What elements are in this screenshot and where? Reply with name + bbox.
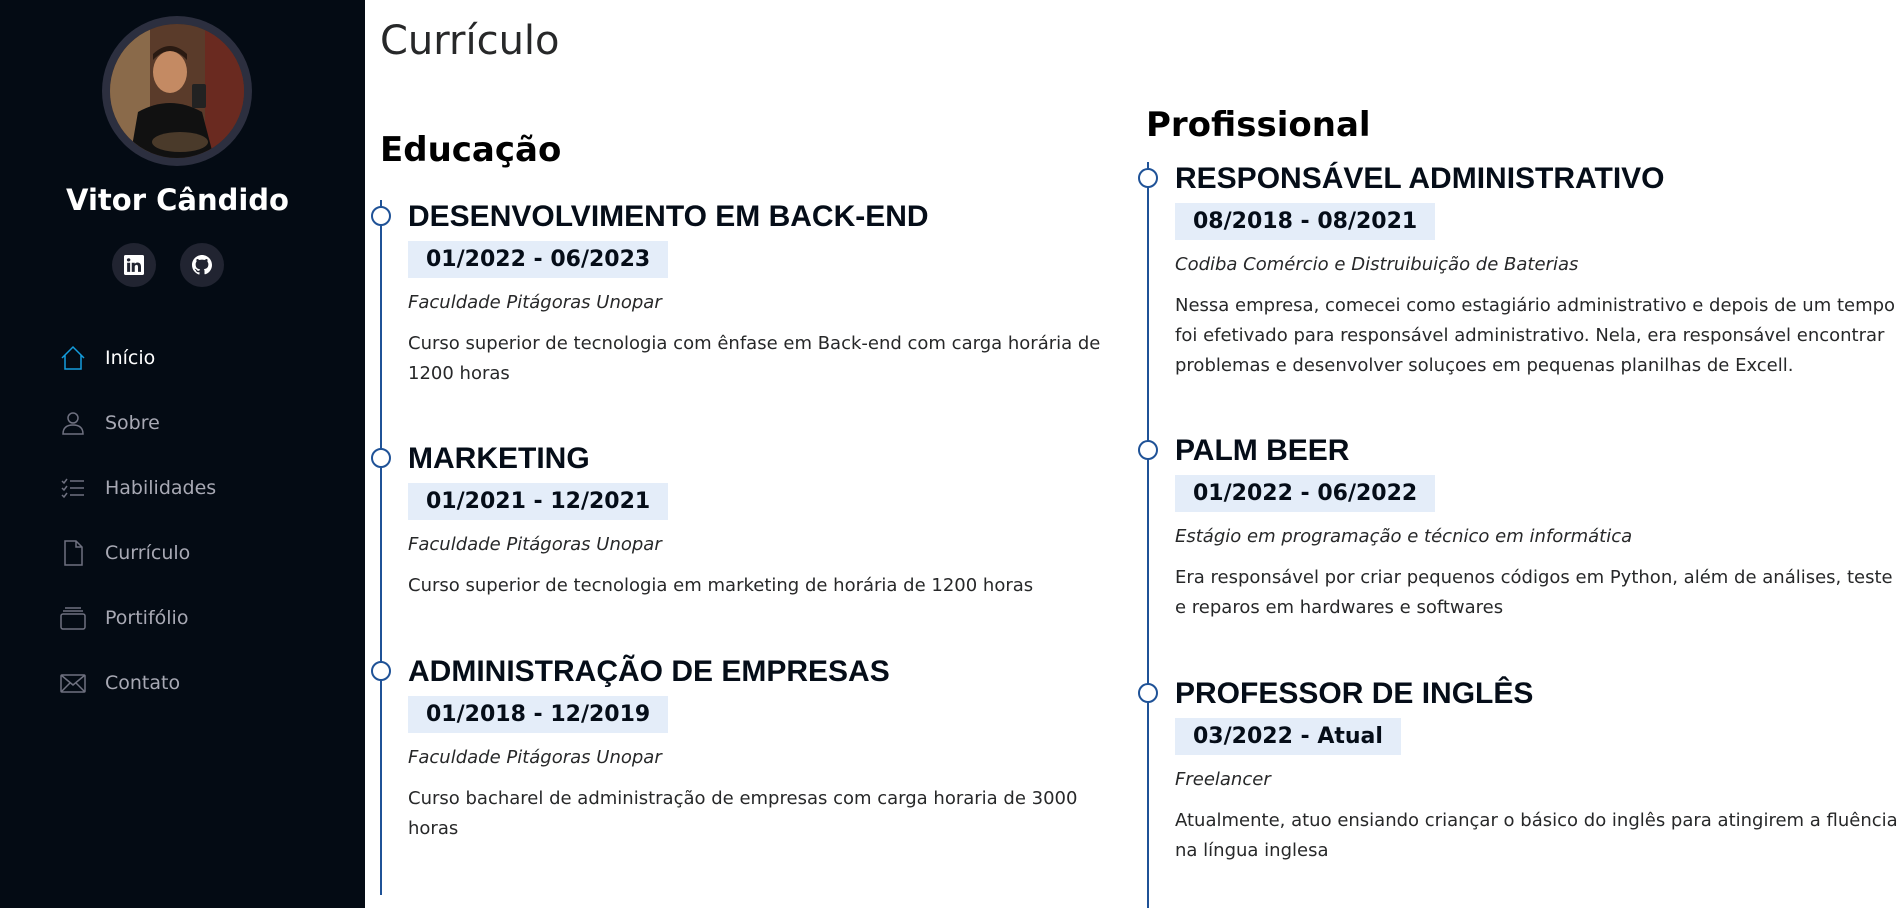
- item-org: Freelancer: [1175, 769, 1271, 790]
- item-title: PALM BEER: [1175, 434, 1350, 467]
- linkedin-icon: [124, 255, 144, 275]
- envelope-icon: [58, 668, 88, 698]
- nav-label-inicio: Início: [105, 346, 156, 369]
- nav-item-sobre[interactable]: Sobre: [58, 390, 216, 455]
- github-icon: [192, 255, 212, 275]
- item-org: Codiba Comércio e Distruibuição de Bater…: [1175, 254, 1579, 275]
- professional-timeline: RESPONSÁVEL ADMINISTRATIVO 08/2018 - 08/…: [1138, 162, 1897, 908]
- linkedin-button[interactable]: [112, 243, 156, 287]
- education-timeline: DESENVOLVIMENTO EM BACK-END 01/2022 - 06…: [371, 200, 1130, 895]
- nav-label-curriculo: Currículo: [105, 541, 191, 564]
- item-org: Estágio em programação e técnico em info…: [1175, 526, 1633, 547]
- item-org: Faculdade Pitágoras Unopar: [408, 534, 662, 555]
- nav-item-portifolio[interactable]: Portifólio: [58, 585, 216, 650]
- item-desc: Curso bacharel de administração de empre…: [408, 788, 1078, 839]
- nav-label-habilidades: Habilidades: [105, 476, 217, 499]
- professional-heading: Profissional: [1146, 105, 1371, 145]
- sidebar: Vitor Cândido Início Sobre Habilidades C…: [0, 0, 365, 908]
- page-title: Currículo: [380, 18, 560, 64]
- item-title: ADMINISTRAÇÃO DE EMPRESAS: [408, 655, 890, 688]
- profile-photo: [110, 24, 244, 158]
- nav-label-sobre: Sobre: [105, 411, 160, 434]
- timeline-item: MARKETING 01/2021 - 12/2021 Faculdade Pi…: [371, 442, 1130, 601]
- person-icon: [58, 408, 88, 438]
- timeline-item: DESENVOLVIMENTO EM BACK-END 01/2022 - 06…: [371, 200, 1130, 389]
- avatar: [110, 24, 244, 158]
- item-title: PROFESSOR DE INGLÊS: [1175, 677, 1534, 710]
- timeline-item: ADMINISTRAÇÃO DE EMPRESAS 01/2018 - 12/2…: [371, 655, 1130, 844]
- timeline-item: RESPONSÁVEL ADMINISTRATIVO 08/2018 - 08/…: [1138, 162, 1897, 381]
- item-desc: Era responsável por criar pequenos códig…: [1175, 567, 1893, 618]
- item-date: 01/2022 - 06/2022: [1175, 475, 1436, 512]
- item-title: DESENVOLVIMENTO EM BACK-END: [408, 200, 929, 233]
- avatar-frame: [102, 16, 252, 166]
- item-date: 08/2018 - 08/2021: [1175, 203, 1436, 240]
- timeline-item: PALM BEER 01/2022 - 06/2022 Estágio em p…: [1138, 434, 1897, 623]
- sidebar-nav: Início Sobre Habilidades Currículo Porti…: [58, 325, 216, 715]
- profile-name: Vitor Cândido: [66, 183, 289, 217]
- file-icon: [58, 538, 88, 568]
- item-org: Faculdade Pitágoras Unopar: [408, 747, 662, 768]
- nav-item-habilidades[interactable]: Habilidades: [58, 455, 216, 520]
- nav-item-inicio[interactable]: Início: [58, 325, 216, 390]
- home-icon: [58, 343, 88, 373]
- github-button[interactable]: [180, 243, 224, 287]
- item-desc: Atualmente, atuo ensiando criançar o bás…: [1175, 810, 1897, 861]
- timeline-item: PROFESSOR DE INGLÊS 03/2022 - Atual Free…: [1138, 677, 1897, 866]
- item-desc: Curso superior de tecnologia com ênfase …: [408, 333, 1101, 384]
- list-icon: [58, 473, 88, 503]
- item-date: 03/2022 - Atual: [1175, 718, 1401, 755]
- item-title: RESPONSÁVEL ADMINISTRATIVO: [1175, 162, 1665, 195]
- item-org: Faculdade Pitágoras Unopar: [408, 292, 662, 313]
- education-heading: Educação: [380, 130, 562, 170]
- nav-label-contato: Contato: [105, 671, 181, 694]
- item-desc: Curso superior de tecnologia em marketin…: [408, 575, 1034, 596]
- main-content: Currículo Educação DESENVOLVIMENTO EM BA…: [365, 0, 1897, 908]
- item-date: 01/2021 - 12/2021: [408, 483, 669, 520]
- nav-item-curriculo[interactable]: Currículo: [58, 520, 216, 585]
- nav-item-contato[interactable]: Contato: [58, 650, 216, 715]
- item-desc: Nessa empresa, comecei como estagiário a…: [1175, 295, 1896, 376]
- item-title: MARKETING: [408, 442, 590, 475]
- item-date: 01/2022 - 06/2023: [408, 241, 669, 278]
- item-date: 01/2018 - 12/2019: [408, 696, 669, 733]
- nav-label-portifolio: Portifólio: [105, 606, 189, 629]
- stack-icon: [58, 603, 88, 633]
